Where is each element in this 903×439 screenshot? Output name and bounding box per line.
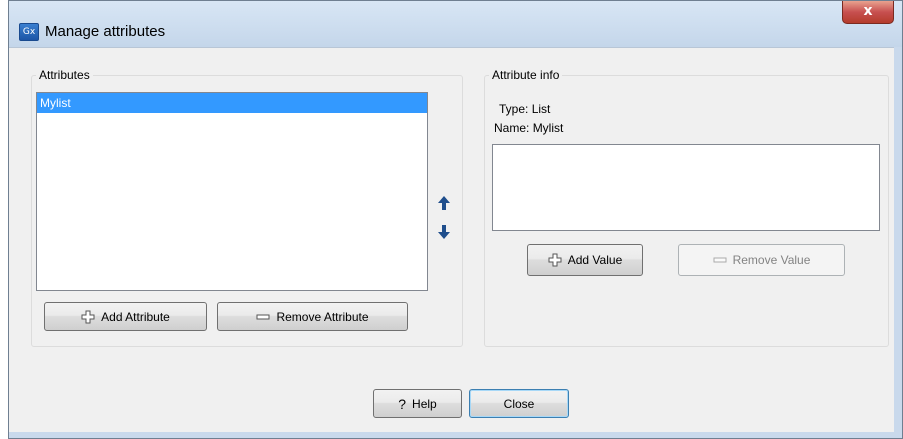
window-close-button[interactable]: x bbox=[842, 1, 894, 24]
attributes-group-title: Attributes bbox=[36, 68, 93, 82]
attribute-name-line: Name: Mylist bbox=[494, 121, 563, 135]
move-down-icon[interactable] bbox=[437, 224, 451, 240]
remove-value-button[interactable]: Remove Value bbox=[678, 244, 845, 276]
remove-value-label: Remove Value bbox=[732, 253, 811, 267]
manage-attributes-dialog: Gx Manage attributes x Attributes Mylist… bbox=[8, 0, 903, 439]
help-button[interactable]: ? Help bbox=[373, 389, 462, 418]
help-label: Help bbox=[412, 396, 437, 411]
type-value: List bbox=[531, 102, 551, 116]
type-label: Type: bbox=[499, 102, 529, 116]
values-list[interactable] bbox=[492, 144, 880, 231]
move-up-icon[interactable] bbox=[437, 195, 451, 211]
plus-icon bbox=[548, 253, 562, 267]
remove-attribute-label: Remove Attribute bbox=[276, 309, 369, 324]
add-attribute-button[interactable]: Add Attribute bbox=[44, 302, 207, 331]
name-label: Name: bbox=[494, 121, 530, 135]
remove-attribute-button[interactable]: Remove Attribute bbox=[217, 302, 408, 331]
title-bar: Gx Manage attributes x bbox=[9, 1, 902, 47]
attribute-type-line: Type: List bbox=[499, 102, 550, 116]
window-title: Manage attributes bbox=[45, 23, 166, 40]
close-label: Close bbox=[503, 396, 535, 411]
attribute-info-group-title: Attribute info bbox=[489, 68, 563, 82]
add-value-label: Add Value bbox=[567, 253, 623, 267]
app-logo-icon: Gx bbox=[19, 23, 39, 41]
minus-icon bbox=[256, 313, 270, 321]
name-value: Mylist bbox=[532, 121, 564, 135]
help-icon: ? bbox=[398, 395, 407, 412]
plus-icon bbox=[81, 310, 95, 324]
attributes-list[interactable]: Mylist bbox=[36, 92, 428, 291]
close-button[interactable]: Close bbox=[469, 389, 569, 418]
minus-icon bbox=[713, 256, 727, 264]
add-attribute-label: Add Attribute bbox=[101, 309, 170, 324]
add-value-button[interactable]: Add Value bbox=[527, 244, 643, 276]
list-item[interactable]: Mylist bbox=[37, 93, 427, 113]
dialog-body: Attributes Mylist Add Attribute Remove A… bbox=[9, 47, 894, 432]
